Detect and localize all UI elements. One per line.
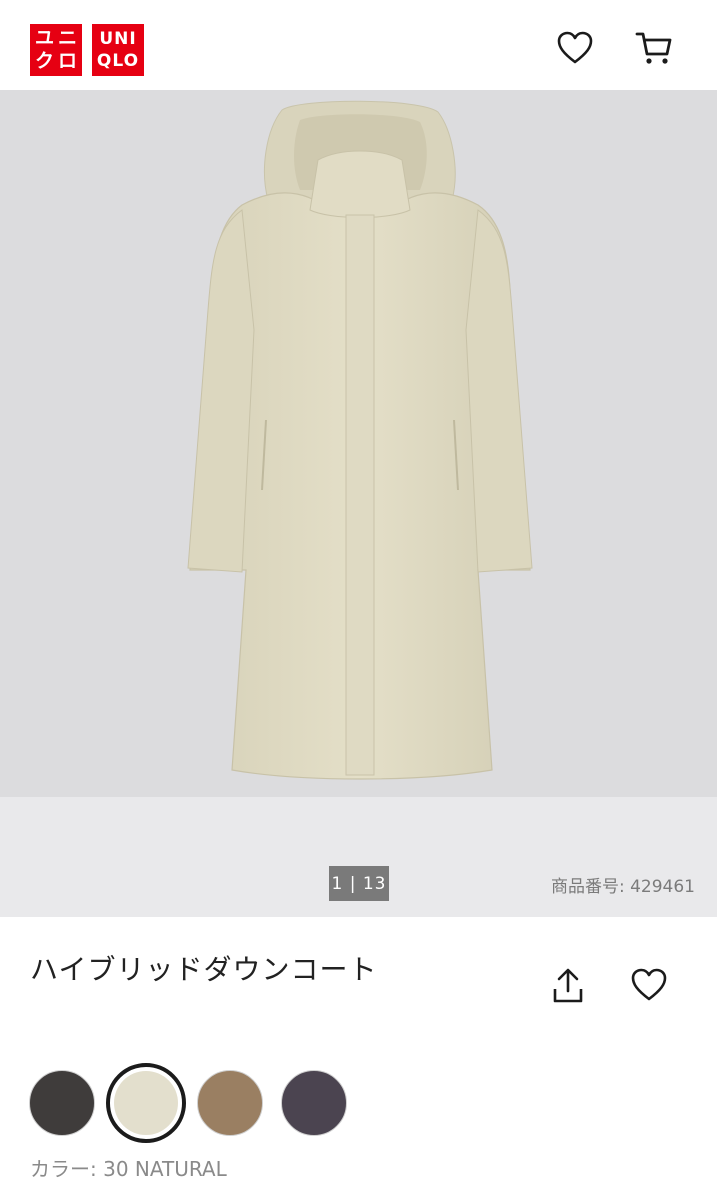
cart-icon — [635, 32, 672, 64]
coat-illustration — [187, 100, 533, 780]
color-label-value: : 30 NATURAL — [90, 1157, 227, 1181]
cart-button[interactable] — [634, 28, 674, 68]
wishlist-button[interactable] — [555, 28, 595, 68]
heart-icon — [631, 968, 667, 1001]
share-icon — [553, 968, 583, 1003]
uniqlo-logo-katakana[interactable]: ユニ クロ — [30, 24, 82, 76]
logo-en-bottom: QLO — [96, 50, 140, 71]
uniqlo-logo-latin[interactable]: UNI QLO — [92, 24, 144, 76]
color-swatch-dark-gray[interactable] — [29, 1070, 95, 1136]
image-pager: 1 | 13 — [329, 866, 389, 901]
product-photo[interactable] — [0, 90, 717, 797]
share-button[interactable] — [548, 964, 588, 1008]
logo-en-top: UNI — [99, 28, 137, 49]
logo-jp-bottom: クロ — [34, 50, 81, 72]
color-label-key: カラー — [30, 1157, 90, 1181]
color-swatch-purple[interactable] — [281, 1070, 347, 1136]
product-number-value: : 429461 — [618, 877, 695, 897]
product-number-label: 商品番号 — [550, 877, 619, 897]
product-title: ハイブリッドダウンコート — [30, 953, 378, 986]
color-swatch-natural-selected[interactable] — [106, 1063, 186, 1143]
product-number: 商品番号: 429461 — [551, 872, 695, 897]
selected-color-label: カラー: 30 NATURAL — [30, 1153, 227, 1182]
site-header: ユニ クロ UNI QLO — [0, 0, 717, 90]
product-gallery[interactable]: 1 | 13 商品番号: 429461 — [0, 90, 717, 917]
favorite-button[interactable] — [628, 964, 670, 1006]
color-swatch-brown[interactable] — [197, 1070, 263, 1136]
color-swatch-natural-fill — [114, 1071, 178, 1135]
logo-jp-top: ユニ — [34, 27, 81, 49]
heart-icon — [557, 31, 593, 64]
